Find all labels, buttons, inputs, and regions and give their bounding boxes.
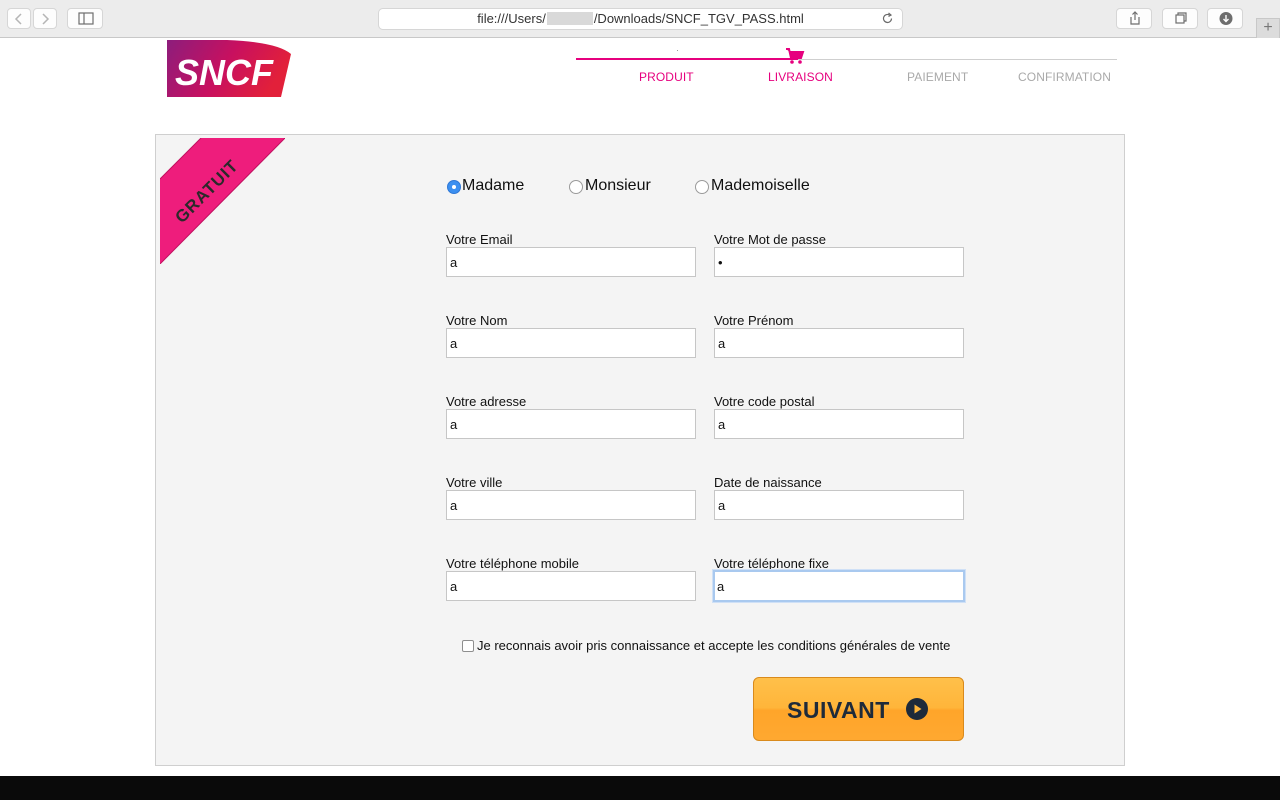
download-icon <box>1219 12 1233 25</box>
logo-text: SNCF <box>175 52 274 93</box>
browser-toolbar: file:///Users/ /Downloads/SNCF_TGV_PASS.h… <box>0 0 1280 38</box>
ville-label: Votre ville <box>446 475 503 490</box>
chevron-left-icon <box>14 13 22 25</box>
email-field[interactable] <box>446 247 696 277</box>
step-paiement: PAIEMENT <box>907 70 969 84</box>
naissance-field[interactable] <box>714 490 964 520</box>
suivant-button[interactable]: SUIVANT <box>753 677 964 741</box>
progress-fill <box>576 58 798 60</box>
gratuit-ribbon: GRATUIT <box>160 138 285 264</box>
fixe-label: Votre téléphone fixe <box>714 556 829 571</box>
tabs-icon <box>1175 12 1187 24</box>
adresse-label: Votre adresse <box>446 394 527 409</box>
play-circle-icon <box>906 698 928 720</box>
sidebar-icon <box>78 12 94 25</box>
forward-button[interactable] <box>33 8 57 29</box>
radio-madame-label[interactable]: Madame <box>462 177 524 195</box>
sidebar-button[interactable] <box>67 8 103 29</box>
cgv-checkbox[interactable] <box>462 640 474 652</box>
new-tab-button[interactable]: + <box>1256 18 1280 38</box>
url-suffix: /Downloads/SNCF_TGV_PASS.html <box>593 11 804 26</box>
cart-icon <box>786 48 805 64</box>
nom-label: Votre Nom <box>446 313 508 328</box>
downloads-button[interactable] <box>1207 8 1243 29</box>
radio-mademoiselle-label[interactable]: Mademoiselle <box>711 177 810 195</box>
share-button[interactable] <box>1116 8 1152 29</box>
naissance-label: Date de naissance <box>714 475 822 490</box>
nom-field[interactable] <box>446 328 696 358</box>
mobile-label: Votre téléphone mobile <box>446 556 579 571</box>
prenom-label: Votre Prénom <box>714 313 794 328</box>
suivant-label: SUIVANT <box>787 697 890 723</box>
step-confirmation: CONFIRMATION <box>1018 70 1111 84</box>
password-label: Votre Mot de passe <box>714 232 827 247</box>
radio-monsieur[interactable] <box>569 180 583 194</box>
radio-madame[interactable] <box>447 180 461 194</box>
radio-mademoiselle[interactable] <box>695 180 709 194</box>
password-field[interactable] <box>714 247 964 277</box>
mobile-field[interactable] <box>446 571 696 601</box>
share-icon <box>1130 11 1140 25</box>
ville-field[interactable] <box>446 490 696 520</box>
back-button[interactable] <box>7 8 31 29</box>
tabs-button[interactable] <box>1162 8 1198 29</box>
redacted-username <box>546 12 593 25</box>
adresse-field[interactable] <box>446 409 696 439</box>
cgv-label[interactable]: Je reconnais avoir pris connaissance et … <box>477 638 950 653</box>
step-tick <box>677 50 678 51</box>
step-produit[interactable]: PRODUIT <box>639 70 694 84</box>
step-livraison[interactable]: LIVRAISON <box>768 70 833 84</box>
chevron-right-icon <box>42 13 50 25</box>
radio-monsieur-label[interactable]: Monsieur <box>585 177 651 195</box>
email-label: Votre Email <box>446 232 513 247</box>
reload-icon[interactable] <box>881 12 894 25</box>
form-panel: GRATUIT <box>155 134 1125 766</box>
url-prefix: file:///Users/ <box>477 11 546 26</box>
bottom-edge <box>0 776 1280 800</box>
fixe-field[interactable] <box>713 570 965 602</box>
sncf-logo[interactable]: SNCF <box>167 40 291 97</box>
code-postal-field[interactable] <box>714 409 964 439</box>
code-postal-label: Votre code postal <box>714 394 815 409</box>
prenom-field[interactable] <box>714 328 964 358</box>
address-bar[interactable]: file:///Users/ /Downloads/SNCF_TGV_PASS.h… <box>378 8 903 30</box>
